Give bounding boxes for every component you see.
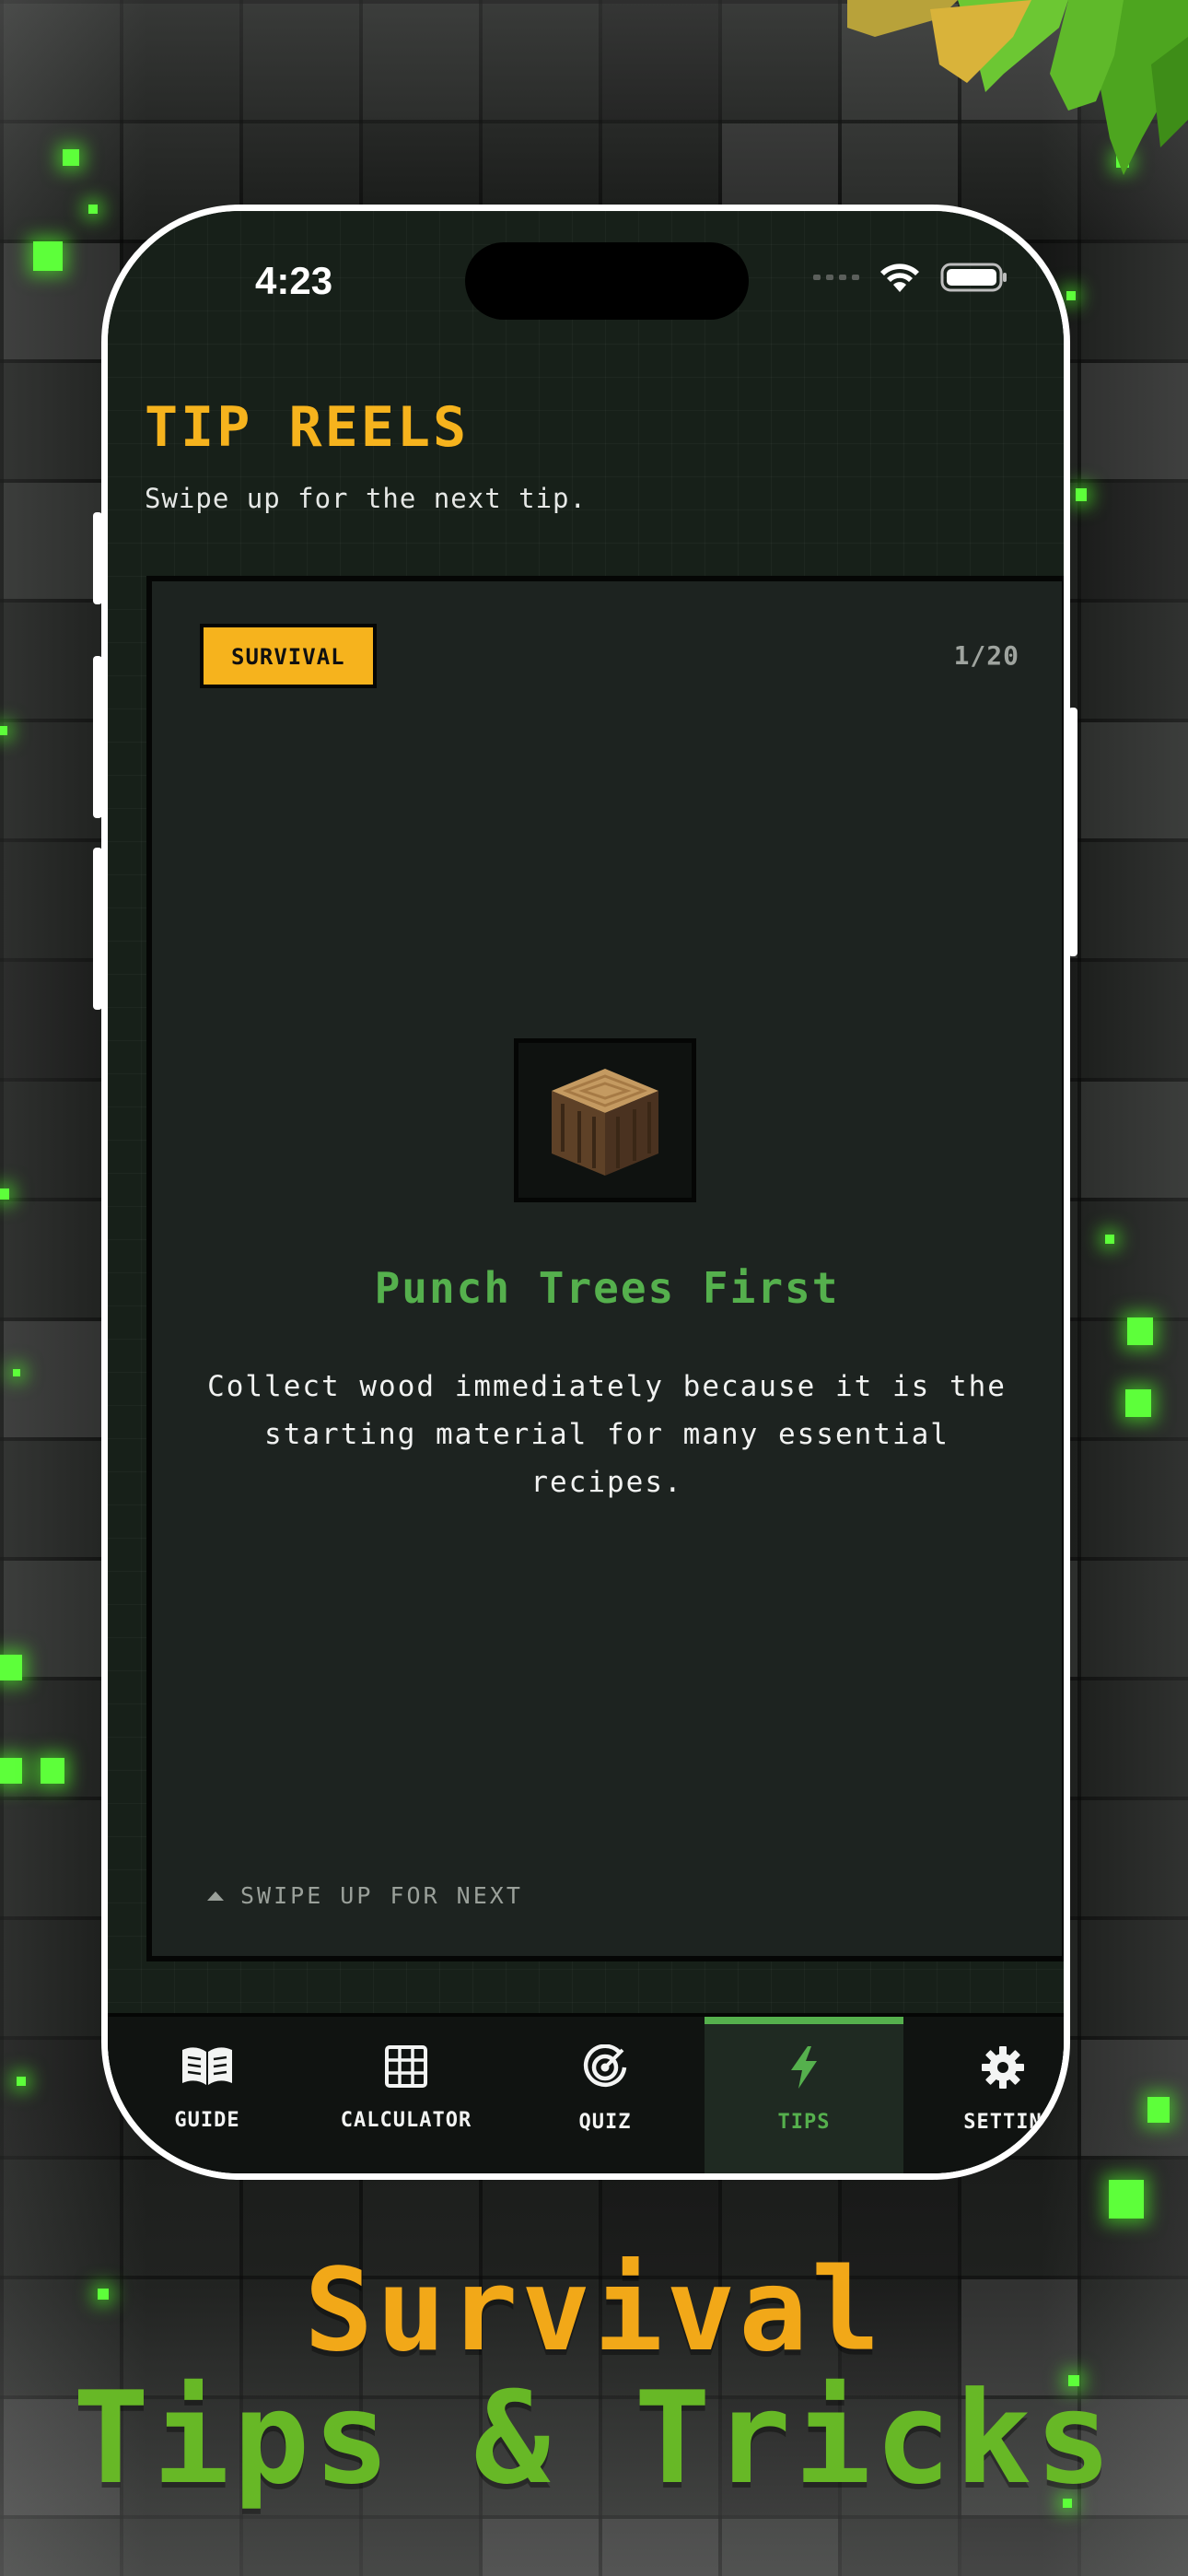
glow-particle (1076, 488, 1087, 501)
battery-icon (940, 263, 1007, 292)
tip-body: Collect wood immediately because it is t… (207, 1370, 1007, 1499)
tab-label: GUIDE (174, 2109, 240, 2132)
glow-particle (17, 2077, 26, 2086)
headline-line-1: Survival (304, 2244, 884, 2377)
glow-particle (0, 1188, 9, 1200)
tab-calculator[interactable]: CALCULATOR (307, 2017, 506, 2173)
background-block (602, 2519, 718, 2576)
background-block (243, 2519, 359, 2576)
grid-icon (385, 2045, 427, 2088)
glow-particle (1125, 1389, 1151, 1417)
status-icons (813, 259, 1008, 296)
tab-label: TIPS (777, 2111, 831, 2134)
arrow-up-icon (207, 1891, 224, 1901)
glow-particle (1127, 1317, 1153, 1345)
glow-particle (63, 149, 79, 166)
tab-label: QUIZ (578, 2111, 632, 2134)
lightning-icon (791, 2046, 817, 2089)
jungle-leaves-decoration (847, 0, 1188, 175)
background-block (483, 2519, 599, 2576)
headline-line-2: Tips & Tricks (72, 2364, 1116, 2512)
swipe-hint: SWIPE UP FOR NEXT (207, 1882, 523, 1909)
category-badge: SURVIVAL (200, 624, 377, 688)
background-block (602, 4, 718, 120)
page-subtitle: Swipe up for the next tip. (145, 483, 587, 514)
tab-settings[interactable]: SETTIN (903, 2017, 1064, 2173)
tab-tips[interactable]: TIPS (705, 2017, 903, 2173)
tab-bar: GUIDE CALCULATOR QUIZ TIPS SETTIN (108, 2013, 1064, 2173)
item-frame (514, 1038, 696, 1202)
oak-log-block-icon (552, 1069, 658, 1176)
tab-quiz[interactable]: QUIZ (506, 2017, 705, 2173)
page-title: TIP REELS (145, 395, 470, 460)
tab-label: CALCULATOR (340, 2109, 472, 2132)
glow-particle (1066, 291, 1076, 300)
glow-particle (0, 1655, 22, 1680)
glow-particle (1105, 1235, 1114, 1244)
gear-icon (982, 2046, 1024, 2089)
glow-particle (33, 241, 63, 271)
tab-label: SETTIN (963, 2111, 1042, 2134)
glow-particle (1109, 2180, 1144, 2219)
book-icon (182, 2047, 232, 2085)
glow-particle (0, 726, 7, 735)
glow-particle (13, 1369, 20, 1376)
swipe-hint-label: SWIPE UP FOR NEXT (240, 1882, 523, 1909)
glow-particle (88, 205, 98, 214)
phone-frame: 4:23 TIP REELS Swipe up for the next tip… (101, 205, 1070, 2180)
tip-title: Punch Trees First (374, 1263, 840, 1313)
glow-particle (1147, 2097, 1170, 2123)
tip-card[interactable]: SURVIVAL 1/20 Punch Trees First Collect … (146, 576, 1064, 1961)
background-block (722, 2519, 838, 2576)
status-time: 4:23 (255, 259, 333, 302)
wifi-icon (880, 263, 919, 292)
app-screen: 4:23 TIP REELS Swipe up for the next tip… (108, 211, 1064, 2173)
cellular-signal-icon (813, 275, 859, 280)
target-icon (583, 2044, 627, 2088)
dynamic-island (465, 242, 749, 320)
background-block (363, 2519, 479, 2576)
glow-particle (41, 1758, 64, 1784)
tab-guide[interactable]: GUIDE (108, 2017, 307, 2173)
background-block (363, 4, 479, 120)
glow-particle (0, 1758, 22, 1784)
tip-counter: 1/20 (953, 640, 1019, 671)
